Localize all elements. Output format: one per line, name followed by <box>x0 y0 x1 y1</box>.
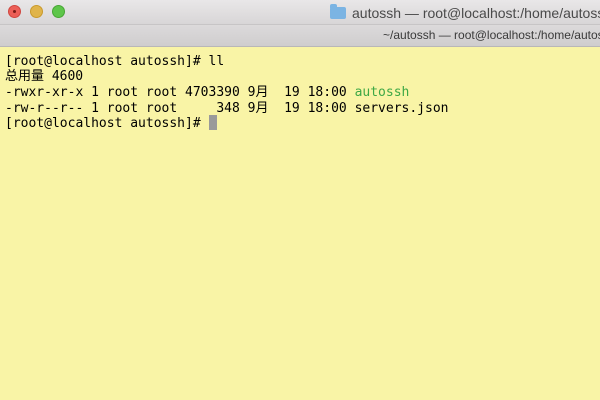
zoom-button[interactable] <box>52 5 65 18</box>
current-prompt: [root@localhost autossh]# <box>5 116 201 131</box>
file-meta: -rwxr-xr-x 1 root root 4703390 9月 19 18:… <box>5 85 347 100</box>
text-cursor <box>208 115 217 130</box>
prompt: [root@localhost autossh]# <box>5 54 201 69</box>
window-title-text: autossh — root@localhost:/home/autossh <box>352 4 600 21</box>
command: ll <box>208 54 225 69</box>
file-row: -rwxr-xr-x 1 root root 4703390 9月 19 18:… <box>5 84 409 101</box>
file-name: servers.json <box>354 101 449 116</box>
file-name-executable: autossh <box>354 85 410 100</box>
title-bar: autossh — root@localhost:/home/autossh <box>0 0 600 25</box>
file-meta: -rw-r--r-- 1 root root 348 9月 19 18:00 <box>5 101 347 116</box>
close-button[interactable] <box>8 5 21 18</box>
minimize-button[interactable] <box>30 5 43 18</box>
terminal-output[interactable]: [root@localhost autossh]# ll 总用量 4600 -r… <box>0 47 600 400</box>
current-prompt-line: [root@localhost autossh]# <box>5 115 217 132</box>
folder-icon <box>330 3 346 19</box>
tab-label[interactable]: ~/autossh — root@localhost:/home/autossh <box>383 28 600 42</box>
total-line: 总用量 4600 <box>5 69 84 84</box>
tab-bar: ~/autossh — root@localhost:/home/autossh <box>0 25 600 47</box>
window-title: autossh — root@localhost:/home/autossh <box>330 2 600 23</box>
